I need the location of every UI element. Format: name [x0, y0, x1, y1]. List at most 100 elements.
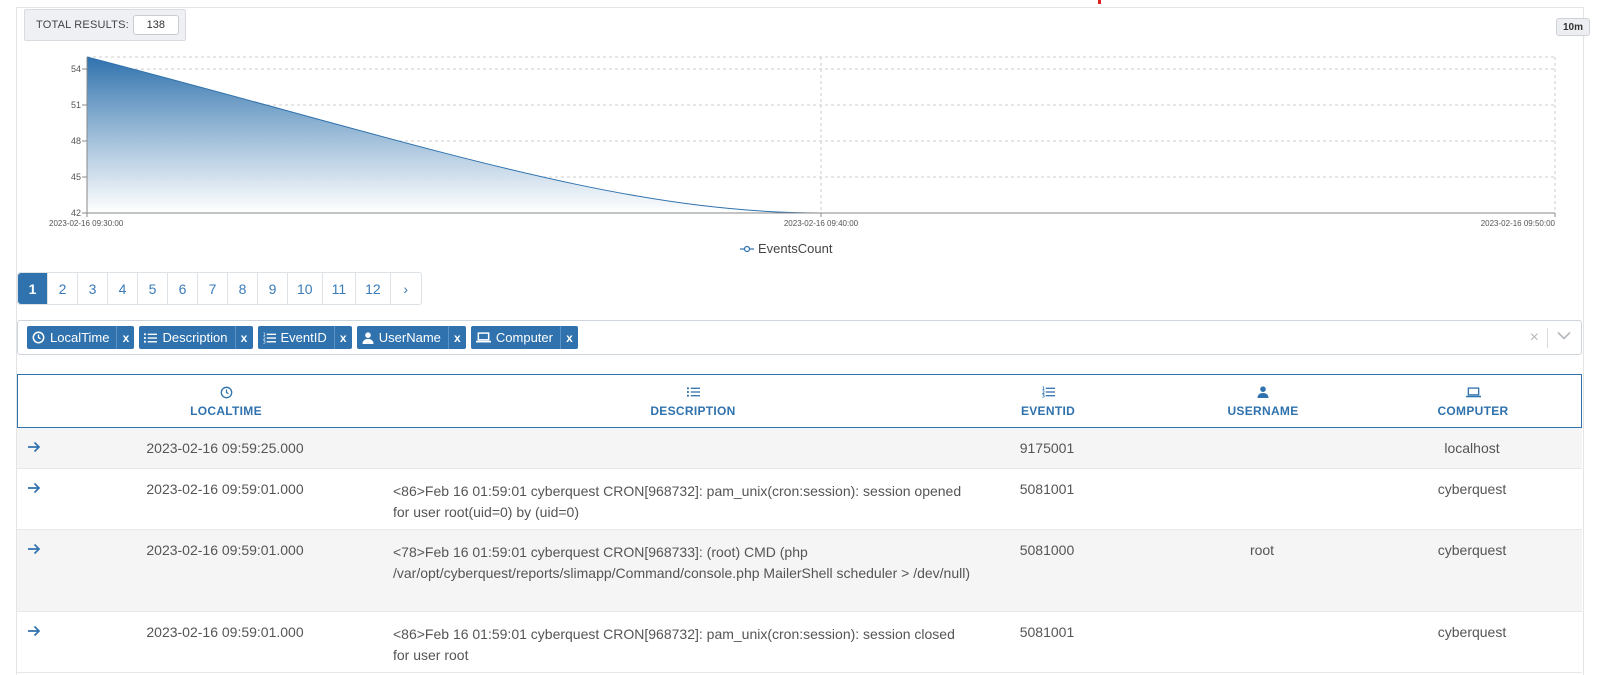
remove-chip-localtime[interactable]: x [116, 326, 134, 349]
remove-chip-description[interactable]: x [234, 326, 253, 349]
page-button-2[interactable]: 2 [48, 273, 78, 304]
ordered-list-icon: 123 [263, 332, 276, 344]
chip-localtime: LocalTime x [27, 326, 135, 349]
y-tick-label: 45 [71, 172, 81, 182]
chip-label-description: Description [162, 330, 228, 345]
list-icon [144, 332, 158, 343]
cell-eventid: 5081000 [1019, 542, 1075, 558]
page-button-9[interactable]: 9 [258, 273, 288, 304]
svg-text:3: 3 [1042, 394, 1045, 398]
page-button-8[interactable]: 8 [228, 273, 258, 304]
list-icon [686, 387, 700, 397]
svg-text:3: 3 [263, 339, 266, 343]
total-results-label: TOTAL RESULTS: [36, 19, 129, 31]
page-button-11[interactable]: 11 [323, 273, 357, 304]
expand-row-icon[interactable] [17, 469, 57, 529]
column-selector[interactable]: LocalTime x Description x 123 EventID x … [17, 320, 1582, 355]
page-button-12[interactable]: 12 [356, 273, 391, 304]
events-table: LOCALTIME DESCRIPTION 123 EVENTID USERNA… [17, 374, 1582, 673]
page-button-10[interactable]: 10 [288, 273, 323, 304]
header-description[interactable]: DESCRIPTION [394, 375, 992, 427]
chart-legend[interactable]: EventsCount [740, 241, 832, 256]
table-row[interactable]: 2023-02-16 09:59:25.000 9175001 localhos… [17, 428, 1582, 469]
y-tick-label: 51 [71, 100, 81, 110]
cell-description [393, 428, 991, 468]
expand-row-icon[interactable] [17, 612, 57, 672]
ordered-list-icon: 123 [1042, 386, 1055, 398]
x-tick-label: 2023-02-16 09:30:00 [49, 219, 124, 228]
indicator-dot [1098, 0, 1101, 4]
chip-label-username: UserName [378, 330, 441, 345]
page-button-7[interactable]: 7 [198, 273, 228, 304]
laptop-icon [1465, 386, 1481, 397]
header-computer-label: COMPUTER [1437, 404, 1509, 418]
clock-icon [32, 331, 45, 344]
chevron-down-icon[interactable] [1557, 331, 1571, 340]
header-localtime-label: LOCALTIME [190, 404, 262, 418]
y-tick-label: 54 [71, 64, 81, 74]
cell-description: <86>Feb 16 01:59:01 cyberquest CRON[9687… [393, 626, 955, 663]
page-button-5[interactable]: 5 [138, 273, 168, 304]
remove-chip-eventid[interactable]: x [333, 326, 352, 349]
events-count-chart: 42 45 48 51 54 2023-02-16 09:30:00 2023-02-16 … [49, 56, 1556, 228]
remove-chip-computer[interactable]: x [559, 326, 578, 349]
cell-username: root [1249, 542, 1275, 558]
next-page-button[interactable]: › [391, 273, 421, 304]
legend-label: EventsCount [758, 241, 833, 256]
cell-description: <78>Feb 16 01:59:01 cyberquest CRON[9687… [393, 544, 971, 581]
total-results-box: TOTAL RESULTS: 138 [24, 9, 186, 41]
expand-row-icon[interactable] [17, 530, 57, 611]
y-tick-label: 48 [71, 136, 81, 146]
chip-computer: Computer x [470, 326, 578, 349]
cell-localtime: 2023-02-16 09:59:01.000 [146, 624, 304, 640]
header-username[interactable]: USERNAME [1104, 375, 1422, 427]
chip-username: UserName x [356, 326, 466, 349]
user-icon [362, 331, 374, 344]
table-header: LOCALTIME DESCRIPTION 123 EVENTID USERNA… [17, 374, 1582, 428]
x-tick-label: 2023-02-16 09:50:00 [1481, 219, 1556, 228]
total-results-value: 138 [132, 15, 179, 35]
page-button-6[interactable]: 6 [168, 273, 198, 304]
chip-label-computer: Computer [495, 330, 553, 345]
table-row[interactable]: 2023-02-16 09:59:01.000 <86>Feb 16 01:59… [17, 469, 1582, 530]
page-button-1[interactable]: 1 [18, 273, 48, 304]
cell-description: <86>Feb 16 01:59:01 cyberquest CRON[9687… [393, 483, 962, 520]
expand-row-icon[interactable] [17, 428, 57, 468]
table-row[interactable]: 2023-02-16 09:59:01.000 <86>Feb 16 01:59… [17, 612, 1582, 673]
x-tick-label: 2023-02-16 09:40:00 [784, 219, 859, 228]
header-eventid[interactable]: 123 EVENTID [992, 375, 1104, 427]
header-localtime[interactable]: LOCALTIME [58, 375, 394, 427]
cell-localtime: 2023-02-16 09:59:25.000 [146, 440, 304, 456]
clear-all-icon[interactable]: × [1530, 329, 1539, 347]
y-tick-label: 42 [71, 208, 81, 218]
header-eventid-label: EVENTID [1020, 404, 1076, 418]
cell-eventid: 9175001 [1019, 440, 1075, 456]
page-button-4[interactable]: 4 [108, 273, 138, 304]
chip-description: Description x [139, 326, 253, 349]
chip-label-localtime: LocalTime [50, 330, 110, 345]
filter-separator [1547, 328, 1548, 348]
header-computer[interactable]: COMPUTER [1422, 375, 1524, 427]
laptop-icon [475, 332, 491, 343]
user-icon [1257, 386, 1269, 398]
header-username-label: USERNAME [1227, 404, 1299, 418]
cell-username [1103, 612, 1421, 672]
header-description-label: DESCRIPTION [650, 404, 736, 418]
clock-icon [220, 386, 232, 398]
pagination: 1 2 3 4 5 6 7 8 9 10 11 12 › [17, 272, 422, 305]
cell-username [1103, 428, 1421, 468]
remove-chip-username[interactable]: x [447, 326, 466, 349]
cell-computer: localhost [1444, 440, 1500, 456]
chip-label-eventid: EventID [280, 330, 327, 345]
cell-eventid: 5081001 [1019, 624, 1075, 640]
page-button-3[interactable]: 3 [78, 273, 108, 304]
cell-localtime: 2023-02-16 09:59:01.000 [146, 481, 304, 497]
time-range-button[interactable]: 10m [1556, 18, 1590, 36]
cell-localtime: 2023-02-16 09:59:01.000 [146, 542, 304, 558]
cell-computer: cyberquest [1437, 481, 1507, 497]
table-row[interactable]: 2023-02-16 09:59:01.000 <78>Feb 16 01:59… [17, 530, 1582, 612]
cell-username [1103, 469, 1421, 529]
chip-eventid: 123 EventID x [257, 326, 352, 349]
header-spacer [18, 375, 58, 427]
cell-computer: cyberquest [1437, 624, 1507, 640]
